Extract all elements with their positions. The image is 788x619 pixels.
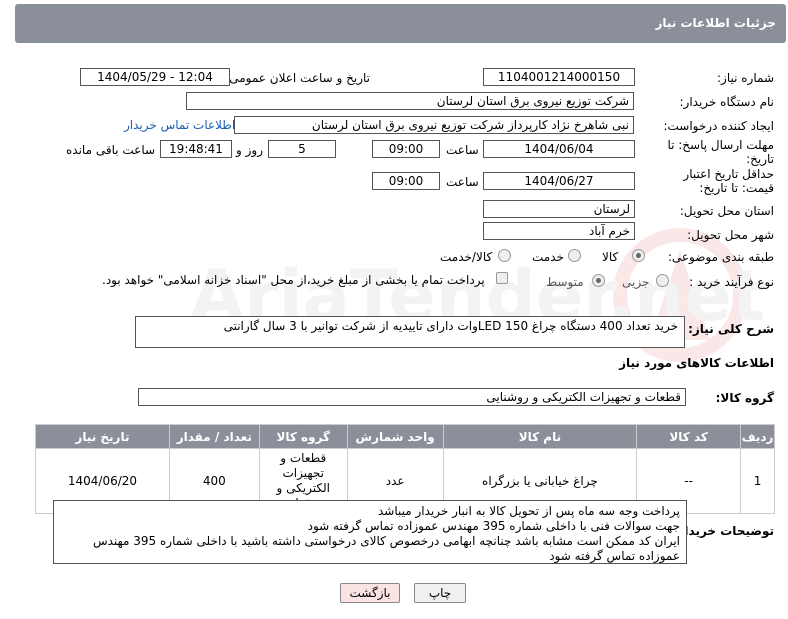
need-number-label: شماره نیاز:	[717, 71, 774, 85]
category-radio-service[interactable]	[568, 249, 581, 262]
process-label: نوع فرآیند خرید :	[689, 275, 774, 289]
row-index: 1	[740, 448, 775, 514]
treasury-payment-checkbox[interactable]	[496, 272, 508, 284]
category-option-both: کالا/خدمت	[440, 250, 493, 264]
back-button[interactable]: بازگشت	[340, 583, 400, 603]
print-button[interactable]: چاپ	[414, 583, 466, 603]
treasury-payment-text: پرداخت تمام یا بخشی از مبلغ خرید،از محل …	[102, 273, 485, 287]
price-time-field[interactable]: 09:00	[372, 172, 440, 190]
price-validity-label: حداقل تاریخ اعتبار قیمت: تا تاریخ:	[683, 167, 774, 195]
notes-line: ایران کد ممکن است مشابه باشد چنانچه ابها…	[92, 534, 680, 548]
category-option-goods: کالا	[602, 250, 619, 264]
process-option-medium: متوسط	[546, 275, 584, 289]
goods-group-label: گروه کالا:	[715, 391, 774, 405]
buyer-notes-field[interactable]: پرداخت وجه سه ماه پس از تحویل کالا به ان…	[53, 500, 687, 564]
requester-field[interactable]: نبی شاهرخ نژاد کارپرداز شرکت توزیع نیروی…	[234, 116, 634, 134]
goods-group-field[interactable]: قطعات و تجهیزات الکتریکی و روشنایی	[138, 388, 686, 406]
price-date-field[interactable]: 1404/06/27	[483, 172, 635, 190]
reply-time-field[interactable]: 09:00	[372, 140, 440, 158]
category-radio-both[interactable]	[498, 249, 511, 262]
remaining-time-label: ساعت باقی مانده	[66, 143, 156, 157]
col-quantity: تعداد / مقدار	[168, 424, 260, 449]
requester-label: ایجاد کننده درخواست:	[663, 119, 774, 133]
description-label: شرح کلی نیاز:	[688, 322, 774, 336]
reply-deadline-label: مهلت ارسال پاسخ: تا تاریخ:	[667, 138, 774, 166]
announce-date-field[interactable]: 1404/05/29 - 12:04	[80, 68, 230, 86]
header-bar: جزئیات اطلاعات نیاز	[15, 4, 786, 43]
page-title: جزئیات اطلاعات نیاز	[655, 16, 776, 30]
reply-date-field[interactable]: 1404/06/04	[483, 140, 635, 158]
province-field[interactable]: لرستان	[483, 200, 635, 218]
col-group: گروه کالا	[258, 424, 348, 449]
process-option-small: جزیی	[622, 275, 650, 289]
province-label: استان محل تحویل:	[679, 204, 774, 218]
notes-line: جهت سوالات فنی با داخلی شماره 395 مهندس …	[307, 519, 680, 533]
announce-date-label: تاریخ و ساعت اعلان عمومی:	[225, 71, 370, 85]
days-label: روز و	[236, 143, 263, 157]
col-name: نام کالا	[442, 424, 638, 449]
buyer-notes-label: توضیحات خریدار:	[672, 524, 774, 538]
col-index: ردیف	[740, 424, 775, 449]
city-field[interactable]: خرم آباد	[483, 222, 635, 240]
price-time-label: ساعت	[446, 175, 479, 189]
buyer-org-field[interactable]: شرکت توزیع نیروی برق استان لرستان	[186, 92, 634, 110]
buyer-org-label: نام دستگاه خریدار:	[679, 95, 775, 109]
city-label: شهر محل تحویل:	[687, 228, 774, 242]
days-field[interactable]: 5	[268, 140, 336, 158]
category-option-service: خدمت	[532, 250, 564, 264]
category-label: طبقه بندی موضوعی:	[667, 250, 774, 264]
category-radio-goods[interactable]	[632, 249, 645, 262]
notes-line: عموزاده تماس گرفته شود	[549, 549, 680, 563]
need-number-field[interactable]: 1104001214000150	[483, 68, 635, 86]
process-radio-small[interactable]	[656, 274, 669, 287]
remaining-time-field[interactable]: 19:48:41	[160, 140, 232, 158]
notes-line: پرداخت وجه سه ماه پس از تحویل کالا به ان…	[377, 504, 680, 518]
col-code: کد کالا	[636, 424, 742, 449]
process-radio-medium[interactable]	[592, 274, 605, 287]
col-date: تاریخ نیاز	[35, 424, 170, 449]
goods-table-header: ردیف کد کالا نام کالا واحد شمارش گروه کا…	[35, 424, 775, 449]
buyer-contact-link[interactable]: اطلاعات تماس خریدار	[124, 118, 235, 132]
goods-section-title: اطلاعات کالاهای مورد نیاز	[619, 356, 774, 370]
col-unit: واحد شمارش	[346, 424, 444, 449]
reply-time-label: ساعت	[446, 143, 479, 157]
description-field[interactable]: خرید تعداد 400 دستگاه چراغ LED 150وات دا…	[135, 316, 685, 348]
